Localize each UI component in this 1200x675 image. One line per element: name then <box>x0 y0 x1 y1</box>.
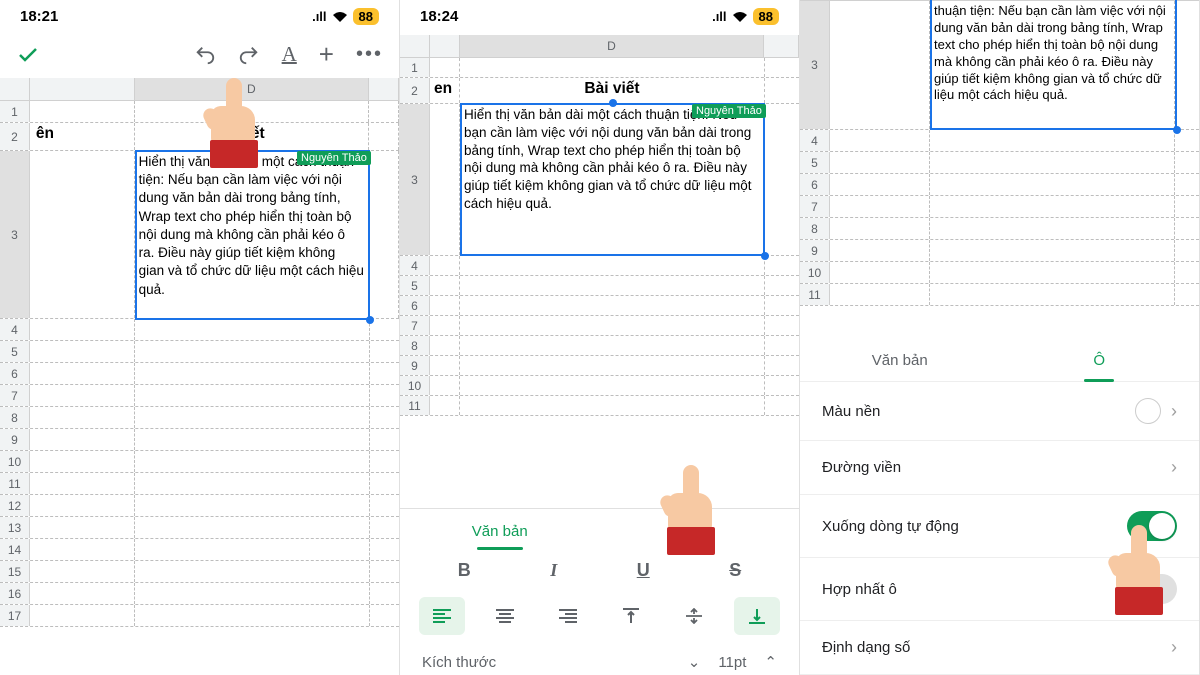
option-numberformat[interactable]: Định dạng số › <box>800 621 1199 675</box>
option-border[interactable]: Đường viền › <box>800 441 1199 495</box>
status-bar: 18:21 .ıll 88 <box>0 0 399 29</box>
cell-b2[interactable]: ên <box>30 123 135 150</box>
tab-text[interactable]: Văn bản <box>400 509 600 550</box>
status-bar: 18:24 .ıll 88 <box>400 0 799 29</box>
chevron-right-icon: › <box>1171 401 1177 422</box>
screenshot-1: 18:21 .ıll 88 A + ••• D <box>0 0 400 675</box>
wifi-icon <box>732 11 748 23</box>
chevron-right-icon: › <box>1171 637 1177 658</box>
wifi-icon <box>332 11 348 23</box>
col-header-d[interactable]: D <box>460 35 764 57</box>
confirm-button[interactable] <box>16 43 40 67</box>
spreadsheet[interactable]: 3 thuận tiện: Nếu bạn cần làm việc với n… <box>800 0 1199 306</box>
signal-icon: .ıll <box>312 9 326 24</box>
align-center-button[interactable] <box>482 597 528 635</box>
cell-options-panel: Văn bản Ô Màu nền › Đường viền › Xuống d… <box>800 338 1199 675</box>
align-left-button[interactable] <box>419 597 465 635</box>
col-header-d[interactable]: D <box>135 78 369 100</box>
option-bgcolor[interactable]: Màu nền › <box>800 382 1199 441</box>
option-merge[interactable]: Hợp nhất ô <box>800 558 1199 621</box>
italic-button[interactable]: I <box>550 560 557 581</box>
underline-button[interactable]: U <box>637 560 650 581</box>
user-tag: Nguyên Thảo <box>297 151 371 165</box>
battery-badge: 88 <box>353 8 379 25</box>
cell-d3[interactable]: Hiển thị văn bản dài một cách thuận tiện… <box>135 151 369 318</box>
align-right-button[interactable] <box>545 597 591 635</box>
wrap-toggle[interactable] <box>1127 511 1177 541</box>
clock: 18:21 <box>20 8 58 25</box>
signal-icon: .ıll <box>712 9 726 24</box>
option-wrap[interactable]: Xuống dòng tự động <box>800 495 1199 558</box>
valign-top-button[interactable] <box>608 597 654 635</box>
more-button[interactable]: ••• <box>356 43 383 66</box>
font-size-value: 11pt <box>718 654 746 671</box>
battery-badge: 88 <box>753 8 779 25</box>
tab-cell[interactable]: Ô <box>600 509 800 550</box>
spreadsheet[interactable]: D 1 2 en Bài viết 3 Hiển thị văn bản dài… <box>400 35 799 416</box>
valign-bottom-button[interactable] <box>734 597 780 635</box>
screenshot-3: 3 thuận tiện: Nếu bạn cần làm việc với n… <box>800 0 1200 675</box>
screenshot-2: 18:24 .ıll 88 D 1 2 en Bài viết 3 Hiển t… <box>400 0 800 675</box>
user-tag: Nguyên Thảo <box>692 104 766 118</box>
tab-cell[interactable]: Ô <box>1000 338 1200 381</box>
color-swatch <box>1135 398 1161 424</box>
bold-button[interactable]: B <box>458 560 471 581</box>
strike-button[interactable]: S <box>729 560 741 581</box>
add-button[interactable]: + <box>319 39 334 70</box>
undo-button[interactable] <box>194 44 216 66</box>
merge-toggle[interactable] <box>1127 574 1177 604</box>
format-panel: Văn bản Ô B I U S <box>400 508 799 675</box>
tab-text[interactable]: Văn bản <box>800 338 1000 381</box>
spreadsheet[interactable]: D 1 2 ên viết 3 Hiển thị văn bản dài một… <box>0 78 399 627</box>
cell-d3[interactable]: Hiển thị văn bản dài một cách thuận tiện… <box>460 104 765 255</box>
toolbar: A + ••• <box>0 29 399 78</box>
redo-button[interactable] <box>238 44 260 66</box>
cell-d3[interactable]: thuận tiện: Nếu bạn cần làm việc với nội… <box>930 1 1175 129</box>
size-up-button[interactable]: ⌃ <box>764 653 777 671</box>
font-size-label: Kích thước <box>422 654 496 671</box>
size-down-button[interactable]: ⌄ <box>688 653 701 671</box>
valign-middle-button[interactable] <box>671 597 717 635</box>
format-button[interactable]: A <box>282 42 297 67</box>
clock: 18:24 <box>420 8 458 25</box>
chevron-right-icon: › <box>1171 457 1177 478</box>
